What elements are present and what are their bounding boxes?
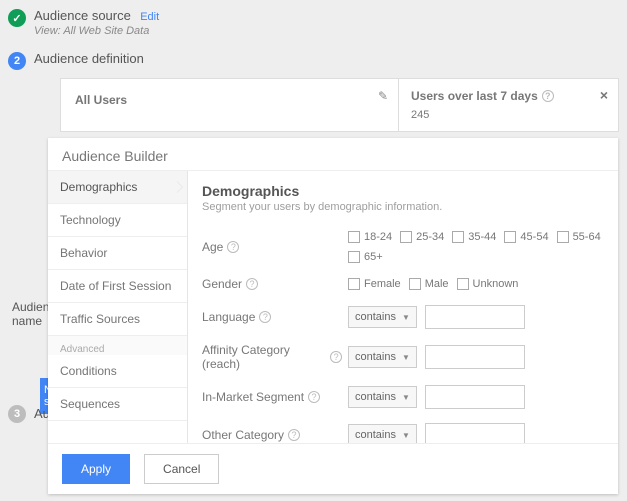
audience-builder-dialog: Audience Builder Demographics Technology… <box>48 138 618 494</box>
cancel-button[interactable]: Cancel <box>144 454 219 484</box>
help-icon[interactable]: ? <box>246 278 258 290</box>
edit-link[interactable]: Edit <box>140 11 159 23</box>
close-icon[interactable]: × <box>600 87 608 103</box>
step2-title: Audience definition <box>34 51 144 66</box>
gender-unknown[interactable]: Unknown <box>457 278 519 290</box>
step1-title: Audience source <box>34 8 131 23</box>
other-op-dropdown[interactable]: contains▼ <box>348 424 417 443</box>
age-label: Age <box>202 240 223 254</box>
nav-technology[interactable]: Technology <box>48 204 187 237</box>
chevron-down-icon: ▼ <box>402 393 410 402</box>
help-icon[interactable]: ? <box>227 241 239 253</box>
inmarket-label: In-Market Segment <box>202 390 304 404</box>
panel-heading: Demographics <box>202 183 604 199</box>
inmarket-op-dropdown[interactable]: contains▼ <box>348 386 417 408</box>
other-label: Other Category <box>202 428 284 442</box>
language-op-dropdown[interactable]: contains▼ <box>348 306 417 328</box>
help-icon[interactable]: ? <box>308 391 320 403</box>
step3-chip: 3 <box>8 405 26 423</box>
age-45-54[interactable]: 45-54 <box>504 231 548 243</box>
step1-subtitle: View: All Web Site Data <box>34 25 159 37</box>
apply-button[interactable]: Apply <box>62 454 130 484</box>
nav-behavior[interactable]: Behavior <box>48 237 187 270</box>
gender-label: Gender <box>202 277 242 291</box>
step1-check-icon: ✓ <box>8 9 26 27</box>
help-icon[interactable]: ? <box>542 90 554 102</box>
chevron-down-icon: ▼ <box>402 353 410 362</box>
inmarket-input[interactable] <box>425 385 525 409</box>
age-55-64[interactable]: 55-64 <box>557 231 601 243</box>
all-users-label: All Users <box>75 93 127 107</box>
edit-pencil-icon[interactable]: ✎ <box>378 89 388 103</box>
gender-male[interactable]: Male <box>409 278 449 290</box>
nav-date-first-session[interactable]: Date of First Session <box>48 270 187 303</box>
definition-card: All Users ✎ × Users over last 7 days ? 2… <box>60 78 619 132</box>
age-25-34[interactable]: 25-34 <box>400 231 444 243</box>
nav-conditions[interactable]: Conditions <box>48 355 187 388</box>
chevron-down-icon: ▼ <box>402 431 410 440</box>
step2-chip: 2 <box>8 52 26 70</box>
help-icon[interactable]: ? <box>330 351 342 363</box>
help-icon[interactable]: ? <box>288 429 300 441</box>
age-18-24[interactable]: 18-24 <box>348 231 392 243</box>
nav-traffic-sources[interactable]: Traffic Sources <box>48 303 187 336</box>
summary-label: Users over last 7 days <box>411 89 538 103</box>
age-35-44[interactable]: 35-44 <box>452 231 496 243</box>
nav-sequences[interactable]: Sequences <box>48 388 187 421</box>
chevron-down-icon: ▼ <box>402 313 410 322</box>
language-label: Language <box>202 310 255 324</box>
audience-name-label: Audience name <box>12 300 50 328</box>
nav-advanced-label: Advanced <box>48 336 187 355</box>
panel-desc: Segment your users by demographic inform… <box>202 201 604 213</box>
language-input[interactable] <box>425 305 525 329</box>
affinity-op-dropdown[interactable]: contains▼ <box>348 346 417 368</box>
age-65plus[interactable]: 65+ <box>348 251 383 263</box>
modal-nav: Demographics Technology Behavior Date of… <box>48 171 188 443</box>
affinity-input[interactable] <box>425 345 525 369</box>
affinity-label: Affinity Category (reach) <box>202 343 326 371</box>
summary-value: 245 <box>411 109 606 121</box>
other-input[interactable] <box>425 423 525 443</box>
nav-demographics[interactable]: Demographics <box>48 171 187 204</box>
modal-title: Audience Builder <box>48 138 618 171</box>
gender-female[interactable]: Female <box>348 278 401 290</box>
help-icon[interactable]: ? <box>259 311 271 323</box>
